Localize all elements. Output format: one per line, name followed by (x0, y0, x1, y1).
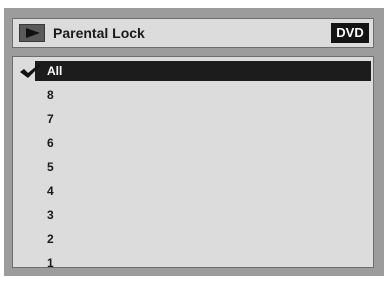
list-item-5[interactable]: 5 (13, 157, 373, 178)
selection-highlight (35, 61, 371, 81)
list-item-label: 3 (47, 208, 54, 222)
list-item-3[interactable]: 3 (13, 205, 373, 226)
list-item-2[interactable]: 2 (13, 229, 373, 250)
list-item-1[interactable]: 1 (13, 253, 373, 274)
list-item-7[interactable]: 7 (13, 109, 373, 130)
rating-level-list: All 8 7 6 5 4 3 2 1 (12, 56, 374, 270)
list-item-8[interactable]: 8 (13, 85, 373, 106)
list-item-label: 8 (47, 88, 54, 102)
list-item-6[interactable]: 6 (13, 133, 373, 154)
menu-header: Parental Lock DVD (12, 18, 374, 48)
list-item-all[interactable]: All (13, 61, 373, 82)
list-item-label: 5 (47, 160, 54, 174)
parental-lock-menu: Parental Lock DVD All 8 7 6 5 4 3 2 1 (4, 8, 384, 276)
list-item-label: All (47, 64, 63, 78)
list-item-label: 4 (47, 184, 54, 198)
checkmark-icon (19, 63, 41, 82)
list-item-label: 1 (47, 256, 54, 270)
page-title: Parental Lock (53, 25, 145, 41)
dvd-badge: DVD (331, 23, 369, 43)
list-item-label: 2 (47, 232, 54, 246)
list-item-label: 6 (47, 136, 54, 150)
play-arrow-icon (19, 24, 45, 42)
list-item-label: 7 (47, 112, 54, 126)
list-item-4[interactable]: 4 (13, 181, 373, 202)
